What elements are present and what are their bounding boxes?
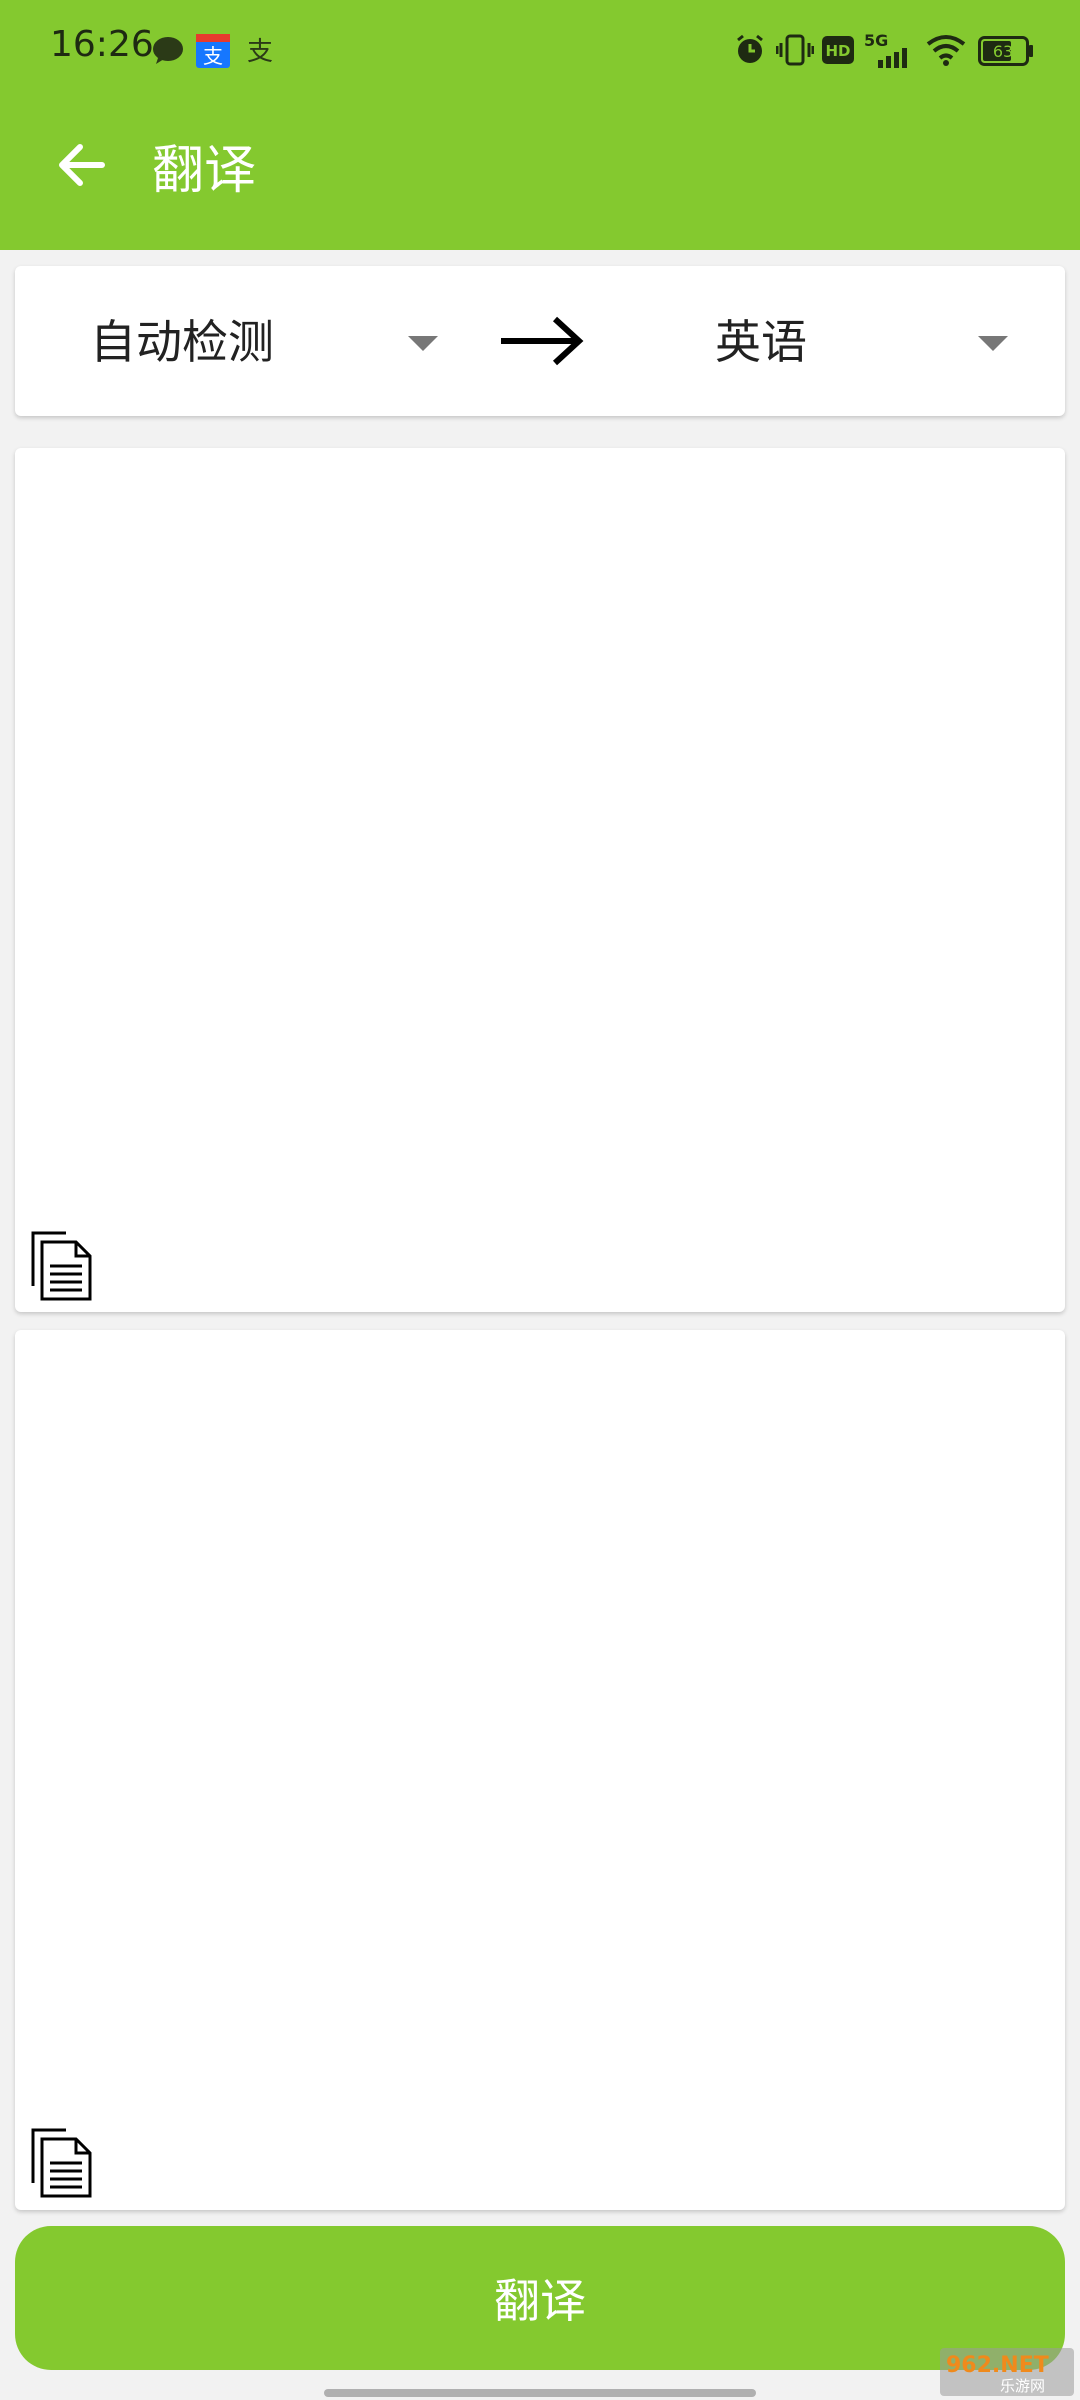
language-selector-bar: 自动检测 英语 xyxy=(15,266,1065,416)
arrow-right-icon xyxy=(501,316,584,366)
wifi-icon xyxy=(926,35,966,66)
copy-document-icon[interactable] xyxy=(30,1230,94,1302)
svg-text:5G: 5G xyxy=(864,31,888,50)
translated-text-output[interactable] xyxy=(15,1330,1065,2210)
svg-text:支: 支 xyxy=(247,37,273,66)
signal-icon: 5G xyxy=(864,31,907,68)
svg-text:支: 支 xyxy=(203,44,223,68)
svg-text:63: 63 xyxy=(993,42,1013,61)
translate-button[interactable]: 翻译 xyxy=(15,2226,1065,2370)
svg-text:乐游网: 乐游网 xyxy=(1000,2377,1045,2395)
page-title: 翻译 xyxy=(152,141,257,201)
translate-button-label: 翻译 xyxy=(494,2274,586,2328)
vibrate-icon xyxy=(776,34,814,66)
alipay-text-icon: 支 xyxy=(247,37,273,66)
source-dropdown-caret-icon[interactable] xyxy=(408,336,438,351)
wechat-icon xyxy=(153,37,183,64)
source-text-input[interactable] xyxy=(15,448,1065,1312)
source-text-panel xyxy=(15,448,1065,1312)
svg-text:HD: HD xyxy=(825,42,850,60)
copy-document-icon[interactable] xyxy=(30,2127,94,2199)
battery-icon: 63 xyxy=(978,36,1033,66)
target-language-select[interactable]: 英语 xyxy=(715,306,807,372)
back-button[interactable] xyxy=(52,135,112,195)
svg-text:962.NET: 962.NET xyxy=(946,2353,1049,2378)
target-dropdown-caret-icon[interactable] xyxy=(978,336,1008,351)
status-time: 16:26 xyxy=(50,24,154,65)
alarm-icon xyxy=(737,34,763,63)
watermark-logo: 962.NET 乐游网 xyxy=(940,2348,1074,2396)
hd-icon: HD xyxy=(822,36,854,64)
source-language-select[interactable]: 自动检测 xyxy=(90,306,274,372)
home-indicator[interactable] xyxy=(324,2389,756,2397)
swap-languages-button[interactable] xyxy=(497,311,587,371)
status-bar: 16:26 支 支 HD 5G 63 xyxy=(0,0,1080,100)
app-bar: 16:26 支 支 HD 5G 63 翻译 xyxy=(0,0,1080,250)
translated-text-panel xyxy=(15,1330,1065,2210)
arrow-left-icon xyxy=(59,144,105,186)
alipay-icon: 支 xyxy=(196,34,230,68)
